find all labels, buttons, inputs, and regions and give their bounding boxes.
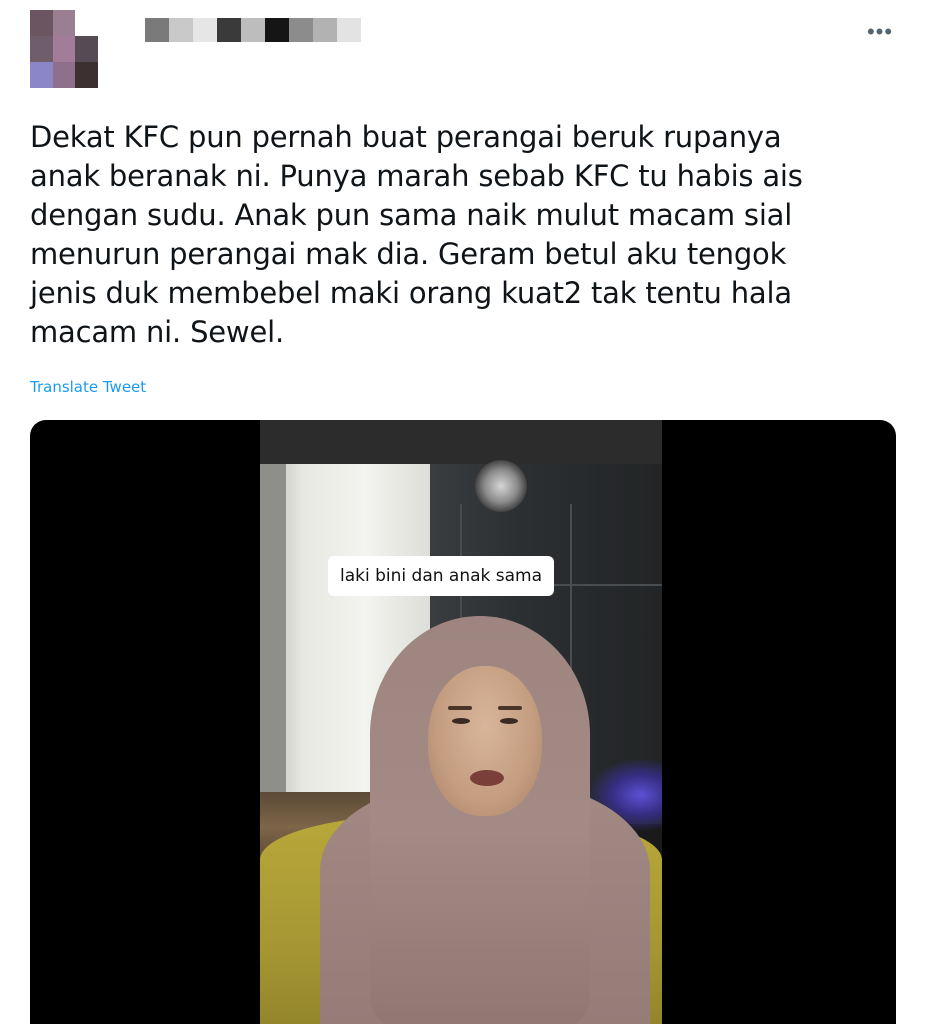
video-frame[interactable]: laki bini dan anak sama xyxy=(260,420,662,1024)
avatar-pixel xyxy=(52,36,76,62)
video-top-bar xyxy=(260,420,662,464)
avatar-pixel xyxy=(52,62,76,88)
username-pixel xyxy=(217,18,241,42)
avatar-pixel xyxy=(75,36,98,62)
right-eyebrow xyxy=(498,706,522,710)
left-eye xyxy=(452,718,470,724)
background-wall-shadow xyxy=(260,464,286,804)
ceiling-light xyxy=(475,460,527,512)
avatar-pixel xyxy=(30,62,53,88)
username-pixel xyxy=(193,18,217,42)
video-caption: laki bini dan anak sama xyxy=(328,556,555,596)
person-face xyxy=(428,666,542,816)
username-pixel xyxy=(313,18,337,42)
avatar-pixel xyxy=(75,10,98,36)
username-pixel xyxy=(241,18,265,42)
right-eye xyxy=(500,718,518,724)
avatar-pixel xyxy=(30,10,53,36)
username-pixel xyxy=(337,18,361,42)
more-icon: ••• xyxy=(866,19,894,44)
mouth xyxy=(470,770,504,786)
more-options-button[interactable]: ••• xyxy=(862,14,898,50)
avatar-pixel xyxy=(75,62,98,88)
username-pixel xyxy=(289,18,313,42)
username-pixel xyxy=(265,18,289,42)
tweet-text: Dekat KFC pun pernah buat perangai beruk… xyxy=(30,120,803,349)
username-pixel xyxy=(169,18,193,42)
tweet-video[interactable]: laki bini dan anak sama xyxy=(30,420,896,1024)
username-blurred[interactable] xyxy=(145,18,361,42)
avatar[interactable] xyxy=(30,10,98,88)
translate-tweet-link[interactable]: Translate Tweet xyxy=(30,378,146,396)
left-eyebrow xyxy=(448,706,472,710)
avatar-pixel xyxy=(30,36,53,62)
avatar-pixel xyxy=(52,10,76,36)
username-pixel xyxy=(145,18,169,42)
